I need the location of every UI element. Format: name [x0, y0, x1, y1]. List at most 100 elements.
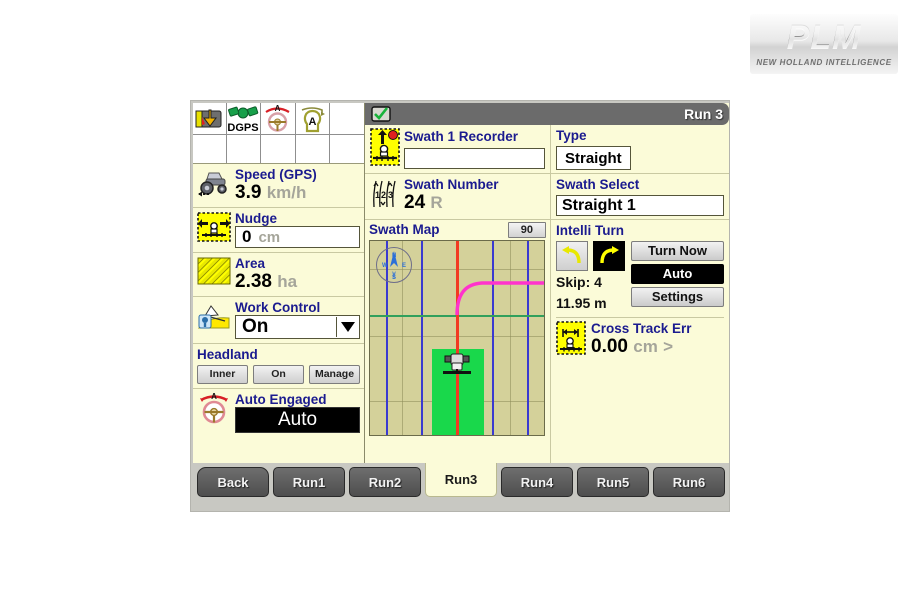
- turn-left-icon[interactable]: [556, 241, 588, 271]
- svg-text:3: 3: [388, 190, 393, 200]
- area-label: Area: [235, 256, 266, 271]
- cross-track-value-row: 0.00 cm >: [591, 337, 724, 357]
- status-icon-autosteer[interactable]: A: [261, 103, 296, 135]
- dgps-label: DGPS: [228, 122, 259, 134]
- work-control-value: On: [242, 316, 269, 337]
- svg-text:N: N: [392, 253, 396, 259]
- title-bar: Run 3: [365, 103, 729, 125]
- tab-run1[interactable]: Run1: [273, 467, 345, 497]
- status-cell-r2-1: [193, 135, 228, 163]
- svg-text:A: A: [308, 116, 316, 128]
- swath-map-header: Swath Map 90: [369, 222, 546, 238]
- headland-row: Headland Inner On Manage: [193, 344, 364, 389]
- type-value[interactable]: Straight: [556, 146, 631, 170]
- speed-unit: km/h: [266, 183, 307, 202]
- auto-button[interactable]: Auto: [631, 264, 724, 284]
- auto-engaged-label: Auto Engaged: [235, 392, 327, 407]
- intelli-turn-buttons: Turn Now Auto Settings: [631, 241, 724, 313]
- work-control-dropdown[interactable]: On: [235, 315, 360, 339]
- tab-bar: Back Run1 Run2 Run3 Run4 Run5 Run6: [193, 463, 729, 511]
- work-control-row[interactable]: Work Control On: [193, 297, 364, 344]
- tractor-icon: [197, 167, 231, 201]
- swath-map-canvas[interactable]: W E S N: [369, 240, 545, 436]
- swath-recorder-field[interactable]: [404, 148, 545, 169]
- swath-map-zoom-badge[interactable]: 90: [507, 222, 546, 238]
- svg-text:A: A: [275, 104, 281, 113]
- svg-text:S: S: [392, 275, 396, 281]
- turn-now-button[interactable]: Turn Now: [631, 241, 724, 261]
- status-cell-r2-2: [227, 135, 262, 163]
- swath-number-cell[interactable]: 1 2 3 Swath Number 24 R: [365, 174, 551, 219]
- svg-text:A: A: [211, 392, 217, 401]
- auto-engaged-row[interactable]: A Auto Engaged Auto: [193, 389, 364, 437]
- type-label: Type: [556, 128, 587, 143]
- tab-run4[interactable]: Run4: [501, 467, 573, 497]
- status-icon-implement-lift[interactable]: [193, 103, 228, 135]
- swath-number-side: R: [430, 193, 443, 212]
- swath-select-label: Swath Select: [556, 177, 640, 192]
- nudge-icon: [197, 211, 231, 245]
- main-content-column: Run 3 Swath 1 Recorder Type Straight 1 2…: [365, 103, 729, 463]
- speed-value-row: 3.9 km/h: [235, 182, 360, 203]
- svg-text:E: E: [402, 263, 406, 269]
- area-row[interactable]: Area 2.38 ha: [193, 253, 364, 297]
- auto-engaged-value[interactable]: Auto: [235, 407, 360, 433]
- turn-right-icon[interactable]: [593, 241, 625, 271]
- headland-buttons: Inner On Manage: [197, 365, 360, 384]
- intelli-turn-label: Intelli Turn: [556, 223, 624, 238]
- headland-on-button[interactable]: On: [253, 365, 304, 384]
- steering-wheel-icon: A: [197, 392, 231, 426]
- swath-number-value-row: 24 R: [404, 193, 545, 213]
- status-icon-dgps[interactable]: DGPS: [227, 103, 262, 135]
- type-cell: Type Straight: [551, 125, 729, 173]
- vehicle-position-marker: [439, 353, 475, 379]
- tab-run5[interactable]: Run5: [577, 467, 649, 497]
- swath-recorder-cell[interactable]: Swath 1 Recorder: [365, 125, 551, 173]
- plm-logo-brand: PLM: [750, 18, 898, 57]
- area-value: 2.38: [235, 271, 272, 292]
- map-and-turn-area: Swath Map 90 W E S N Intelli Turn Skip: …: [365, 220, 729, 463]
- swath-recorder-row: Swath 1 Recorder Type Straight: [365, 125, 729, 174]
- plm-logo-tagline: NEW HOLLAND INTELLIGENCE: [756, 58, 892, 67]
- cross-track-error-row[interactable]: Cross Track Err 0.00 cm >: [556, 317, 724, 357]
- swath-recorder-label: Swath 1 Recorder: [404, 129, 519, 144]
- intelli-turn-controls: Skip: 4 11.95 m Turn Now Auto Settings: [556, 241, 724, 313]
- area-hatch-icon: [197, 256, 231, 290]
- tab-back[interactable]: Back: [197, 467, 269, 497]
- swath-number-value: 24: [404, 192, 426, 213]
- swath-map-label: Swath Map: [369, 222, 440, 237]
- speed-value: 3.9: [235, 182, 262, 203]
- swath-map-panel: Swath Map 90 W E S N: [365, 220, 551, 463]
- cross-track-label: Cross Track Err: [591, 321, 692, 336]
- swath-select-value[interactable]: Straight 1: [556, 195, 724, 216]
- chevron-down-icon[interactable]: [336, 317, 359, 337]
- intelli-turn-skip: Skip: 4: [556, 274, 602, 290]
- checkmark-screen-icon: [371, 106, 391, 122]
- nudge-field[interactable]: 0 cm: [235, 226, 360, 248]
- status-cell-r2-3: [261, 135, 296, 163]
- speed-label: Speed (GPS): [235, 167, 317, 182]
- intelli-turn-width: 11.95 m: [556, 295, 607, 311]
- svg-text:1: 1: [375, 190, 380, 200]
- area-value-row: 2.38 ha: [235, 271, 360, 292]
- status-icon-grid: DGPS A A: [193, 103, 364, 164]
- tab-run6[interactable]: Run6: [653, 467, 725, 497]
- headland-inner-button[interactable]: Inner: [197, 365, 248, 384]
- status-cell-r2-4: [296, 135, 330, 163]
- terminal-screen: DGPS A A Speed (GPS) 3.9 km/h Nudge 0 cm…: [193, 103, 729, 463]
- work-control-icon: [197, 300, 231, 334]
- tab-run3[interactable]: Run3: [425, 463, 497, 497]
- headland-manage-button[interactable]: Manage: [309, 365, 360, 384]
- speed-row[interactable]: Speed (GPS) 3.9 km/h: [193, 164, 364, 208]
- compass-rose: W E S N: [376, 247, 412, 283]
- swath-number-icon: 1 2 3: [370, 177, 400, 216]
- status-icon-auto-guidance[interactable]: A: [295, 103, 330, 135]
- headland-label: Headland: [197, 347, 258, 362]
- swath-number-label: Swath Number: [404, 177, 499, 192]
- nudge-row[interactable]: Nudge 0 cm: [193, 208, 364, 253]
- settings-button[interactable]: Settings: [631, 287, 724, 307]
- tab-run2[interactable]: Run2: [349, 467, 421, 497]
- nudge-label: Nudge: [235, 211, 277, 226]
- cross-track-direction: >: [663, 337, 674, 356]
- intelli-turn-panel: Intelli Turn Skip: 4 11.95 m Turn Now Au…: [551, 220, 729, 463]
